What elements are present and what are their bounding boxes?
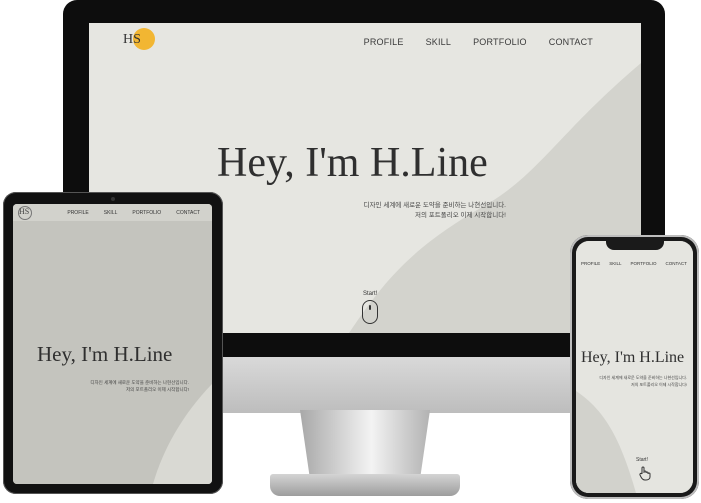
tablet-nav-portfolio[interactable]: PORTFOLIO [132,210,161,216]
tablet-intro-line-2: 저의 포트폴리오 이제 시작합니다! [126,387,189,392]
hero-intro: 디자인 세계에 새로운 도약을 준비하는 나현선입니다. 저의 포트폴리오 이제… [311,201,506,221]
tablet-nav-skill[interactable]: SKILL [104,210,118,216]
phone-nav-profile[interactable]: PROFILE [581,261,600,266]
tablet-nav-contact[interactable]: CONTACT [176,210,200,216]
phone-background-wave [576,241,693,493]
logo-text: HS [123,32,141,47]
phone-nav-portfolio[interactable]: PORTFOLIO [631,261,657,266]
tablet-screen: HS PROFILE SKILL PORTFOLIO CONTACT Hey, … [13,204,212,484]
phone-screen: PROFILE SKILL PORTFOLIO CONTACT Hey, I'm… [576,241,693,493]
intro-line-1: 디자인 세계에 새로운 도약을 준비하는 나현선입니다. [363,202,506,209]
phone-nav: PROFILE SKILL PORTFOLIO CONTACT [581,261,687,266]
phone-headline: Hey, I'm H.Line [581,349,685,366]
tablet-logo[interactable]: HS [18,206,34,220]
phone-intro: 디자인 세계에 새로운 도약을 준비하는 나현선입니다. 저의 포트폴리오 이제… [592,374,687,388]
nav-profile[interactable]: PROFILE [364,37,404,47]
phone-nav-contact[interactable]: CONTACT [665,261,686,266]
tablet-intro: 디자인 세계에 새로운 도약을 준비하는 나현선입니다. 저의 포트폴리오 이제… [83,379,189,393]
mouse-scroll-icon[interactable] [362,300,378,324]
intro-line-2: 저의 포트폴리오 이제 시작합니다! [415,212,506,219]
nav-portfolio[interactable]: PORTFOLIO [473,37,527,47]
phone-intro-line-1: 디자인 세계에 새로운 도약을 준비하는 나현선입니다. [599,375,687,380]
tablet-nav: PROFILE SKILL PORTFOLIO CONTACT [67,210,200,216]
tablet-nav-profile[interactable]: PROFILE [67,210,88,216]
phone-start-label: Start! [636,457,648,463]
tablet-intro-line-1: 디자인 세계에 새로운 도약을 준비하는 나현선입니다. [90,380,189,385]
site-logo[interactable]: HS [123,28,155,58]
tablet-camera-icon [111,197,115,201]
imac-stand [300,410,430,482]
phone-notch [606,241,664,250]
tablet-logo-text: HS [19,207,30,216]
nav-skill[interactable]: SKILL [426,37,452,47]
hero-headline: Hey, I'm H.Line [217,140,488,186]
nav-contact[interactable]: CONTACT [549,37,593,47]
phone-nav-skill[interactable]: SKILL [609,261,621,266]
start-label: Start! [363,291,378,297]
phone-intro-line-2: 저의 포트폴리오 이제 시작합니다! [631,382,687,387]
imac-stand-base [270,474,460,496]
touch-hand-icon[interactable] [637,465,653,481]
tablet-headline: Hey, I'm H.Line [37,342,173,366]
imac-nav: PROFILE SKILL PORTFOLIO CONTACT [364,37,593,47]
